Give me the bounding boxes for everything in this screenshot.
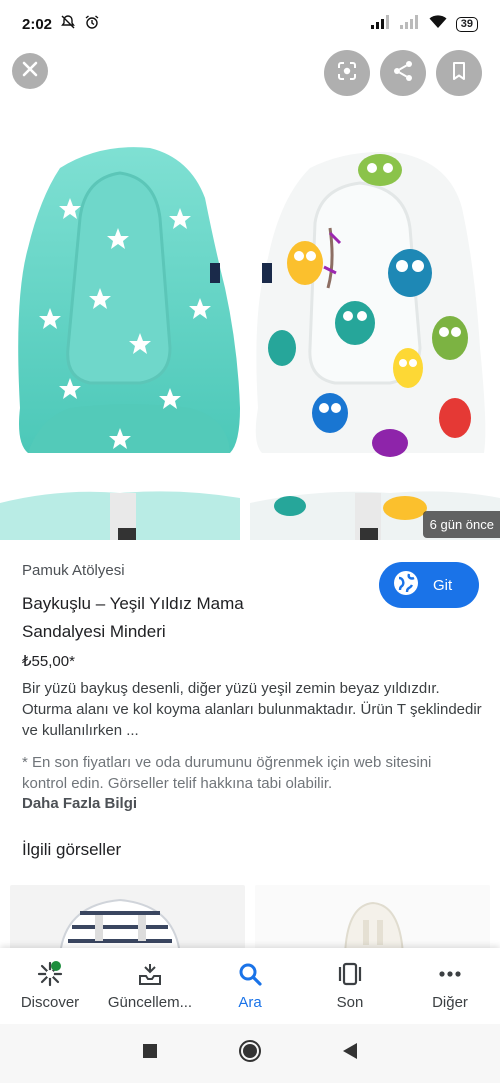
updates-icon — [136, 960, 164, 994]
recents-square-icon[interactable] — [142, 1043, 158, 1064]
source-name: Pamuk Atölyesi — [22, 562, 125, 579]
more-info-link[interactable]: Daha Fazla Bilgi — [22, 795, 137, 812]
back-triangle-icon[interactable] — [342, 1042, 358, 1065]
result-title[interactable]: Baykuşlu – Yeşil Yıldız Mama Sandalyesi … — [22, 590, 322, 646]
price: ₺55,00* — [22, 653, 75, 670]
bottom-navigation: Discover Güncellem... Ara Son Diğer — [0, 948, 500, 1024]
alarm-icon — [84, 14, 100, 34]
discover-icon — [36, 960, 64, 994]
share-button[interactable] — [380, 50, 426, 96]
lens-icon — [335, 59, 359, 88]
visit-button-label: Git — [433, 576, 453, 594]
nav-more[interactable]: Diğer — [400, 948, 500, 1024]
signal-icon — [370, 15, 391, 33]
related-image-thumb[interactable] — [10, 885, 245, 949]
mute-icon — [60, 14, 76, 34]
globe-icon — [393, 570, 419, 600]
wifi-icon — [429, 15, 447, 33]
nav-label: Ara — [238, 994, 262, 1011]
visit-button[interactable]: Git — [379, 562, 479, 608]
recent-icon — [336, 960, 364, 994]
more-icon — [436, 960, 464, 994]
system-navigation-bar — [0, 1024, 500, 1083]
description: Bir yüzü baykuş desenli, diğer yüzü yeşi… — [22, 680, 482, 739]
nav-label: Diğer — [432, 994, 468, 1011]
lens-button[interactable] — [324, 50, 370, 96]
disclaimer-note: * En son fiyatları ve oda durumunu öğren… — [22, 754, 432, 792]
search-icon — [236, 960, 264, 994]
bookmark-icon — [447, 59, 471, 88]
related-images-row — [10, 885, 490, 949]
age-badge: 6 gün önce — [422, 511, 500, 538]
related-image-thumb[interactable] — [255, 885, 490, 949]
nav-recent[interactable]: Son — [300, 948, 400, 1024]
nav-discover[interactable]: Discover — [0, 948, 100, 1024]
related-images-heading: İlgili görseller — [22, 840, 122, 859]
product-image — [0, 147, 500, 540]
nav-label: Discover — [20, 994, 80, 1011]
battery-indicator: 39 — [455, 16, 478, 32]
status-bar: 2:02 39 — [0, 0, 500, 48]
close-icon — [20, 59, 40, 84]
nav-label: Güncellem... — [107, 994, 193, 1011]
status-time: 2:02 — [22, 15, 53, 33]
product-image-viewer[interactable]: 6 gün önce — [0, 48, 500, 540]
share-icon — [391, 59, 415, 88]
nav-label: Son — [336, 994, 364, 1011]
bookmark-button[interactable] — [436, 50, 482, 96]
nav-updates[interactable]: Güncellem... — [100, 948, 200, 1024]
home-circle-icon[interactable] — [238, 1039, 262, 1068]
nav-search[interactable]: Ara — [200, 948, 300, 1024]
signal-2-icon — [399, 15, 420, 33]
close-button[interactable] — [12, 53, 48, 89]
